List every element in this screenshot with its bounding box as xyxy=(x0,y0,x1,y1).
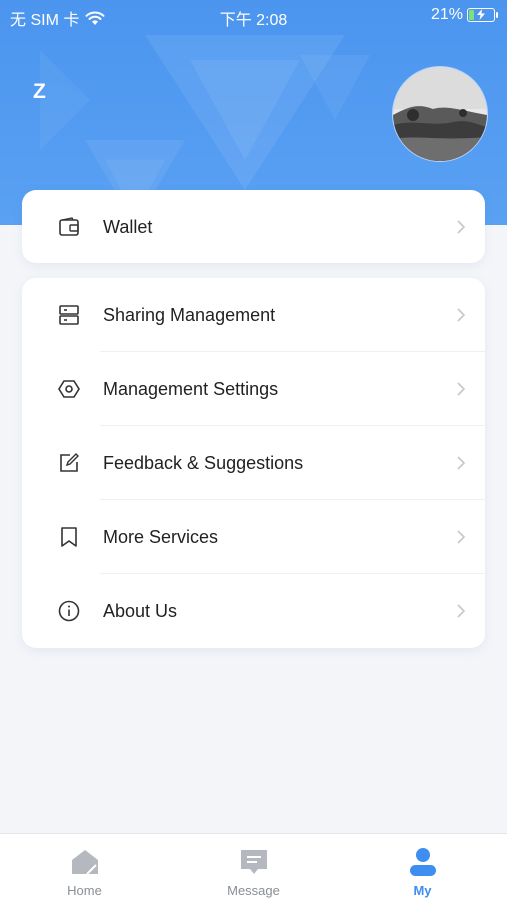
message-icon xyxy=(240,850,267,874)
menu-item-label: Wallet xyxy=(103,216,153,237)
username: Z xyxy=(33,80,46,103)
chevron-right-icon xyxy=(457,456,466,470)
tab-my[interactable]: My xyxy=(338,834,507,901)
avatar-photo xyxy=(393,67,487,161)
bookmark-icon xyxy=(61,527,77,547)
menu-item-label: About Us xyxy=(103,600,178,621)
tab-label: My xyxy=(413,883,432,898)
settings-hexagon-icon xyxy=(58,380,80,398)
menu-item-management-settings[interactable]: Management Settings xyxy=(22,352,485,426)
menu-item-label: More Services xyxy=(103,526,219,547)
battery-level xyxy=(469,10,474,20)
chevron-right-icon xyxy=(457,604,466,618)
menu-item-more-services[interactable]: More Services xyxy=(22,500,485,574)
menu-item-sharing-management[interactable]: Sharing Management xyxy=(22,278,485,352)
tab-home[interactable]: Home xyxy=(0,834,169,901)
chevron-right-icon xyxy=(457,308,466,322)
menu-item-label: Management Settings xyxy=(103,378,279,399)
home-icon xyxy=(71,850,98,875)
wallet-card[interactable]: Wallet xyxy=(22,190,485,263)
status-bar: 无 SIM 卡 下午 2:08 21% xyxy=(0,0,507,30)
menu-item-feedback[interactable]: Feedback & Suggestions xyxy=(22,426,485,500)
tab-label: Message xyxy=(227,883,280,898)
edit-icon xyxy=(60,453,79,472)
chevron-right-icon xyxy=(457,220,466,234)
menu-item-label: Sharing Management xyxy=(103,304,276,325)
tab-label: Home xyxy=(67,883,102,898)
info-icon xyxy=(58,600,80,622)
battery-icon xyxy=(467,8,498,22)
battery-percent: 21% xyxy=(430,6,463,23)
wallet-icon xyxy=(59,217,79,236)
menu-item-wallet[interactable]: Wallet xyxy=(22,190,485,264)
user-icon xyxy=(409,848,436,876)
tab-bar: Home Message My xyxy=(0,833,507,901)
menu-card: Sharing Management Management Settings F… xyxy=(22,278,485,648)
avatar[interactable] xyxy=(392,66,488,162)
menu-item-label: Feedback & Suggestions xyxy=(103,452,304,473)
chevron-right-icon xyxy=(457,530,466,544)
menu-item-about-us[interactable]: About Us xyxy=(22,574,485,648)
server-icon xyxy=(59,305,79,325)
chevron-right-icon xyxy=(457,382,466,396)
tab-message[interactable]: Message xyxy=(169,834,338,901)
